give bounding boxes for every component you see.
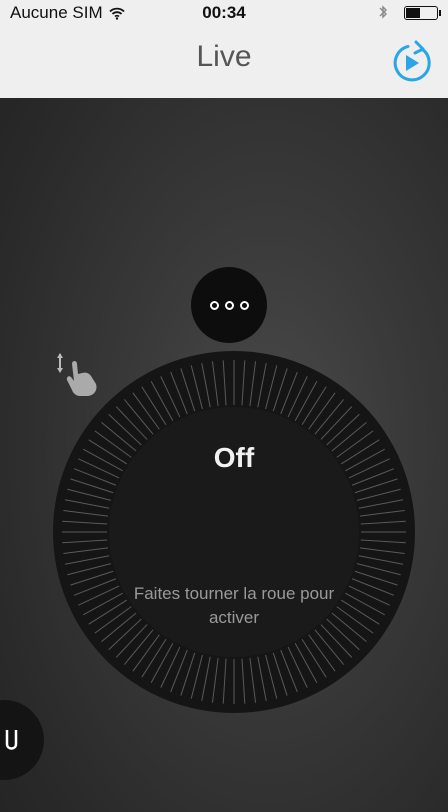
more-options-button[interactable] — [191, 267, 267, 343]
replay-play-icon[interactable] — [388, 40, 434, 86]
side-action-button[interactable] — [0, 700, 44, 780]
wheel-dial — [53, 351, 415, 713]
three-dots-icon — [239, 300, 249, 310]
three-dots-icon — [209, 300, 219, 310]
side-button-icon — [5, 730, 18, 750]
battery-icon — [404, 6, 441, 20]
status-bar: Aucune SIM 00:34 — [0, 0, 448, 26]
three-dots-icon — [224, 300, 234, 310]
wheel-value: Off — [213, 442, 255, 473]
bluetooth-icon — [379, 5, 387, 19]
battery-level — [406, 8, 421, 18]
wheel-hint: Faites tourner la roue pour activer — [133, 584, 335, 627]
nav-bar: Live — [0, 26, 448, 98]
hand-rotate-icon — [57, 353, 97, 396]
page-title: Live — [196, 40, 252, 73]
live-screen: Aucune SIM 00:34 Live Off Faites tourner… — [0, 0, 448, 812]
rotary-wheel[interactable]: Off Faites tourner la roue pour activer — [52, 350, 416, 714]
